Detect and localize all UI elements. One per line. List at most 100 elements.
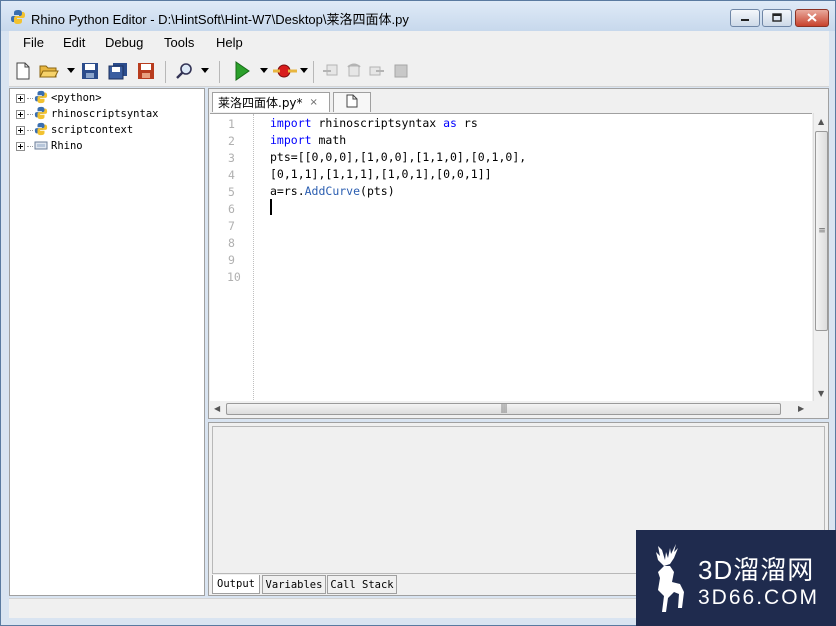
scroll-down-icon[interactable]: ▼ (818, 389, 824, 398)
minimize-icon (740, 11, 750, 25)
toolbar (9, 55, 829, 87)
tree-item-label: <python> (51, 92, 102, 104)
code-text: rs (456, 116, 478, 130)
method-name: AddCurve (304, 184, 361, 198)
scroll-right-icon[interactable]: ▶ (798, 404, 804, 413)
run-dropdown-arrow[interactable] (260, 68, 268, 73)
new-file-button[interactable] (12, 60, 34, 82)
step-out-button[interactable] (366, 60, 388, 82)
code-editor[interactable]: 1 2 3 4 5 6 7 8 9 10 import rhinoscripts… (210, 113, 812, 402)
expand-icon[interactable] (16, 141, 25, 151)
find-icon (175, 62, 193, 80)
line-number: 5 (228, 185, 235, 199)
run-icon (233, 61, 251, 81)
line-number: 4 (228, 168, 235, 182)
horizontal-scrollbar[interactable]: ◀ ||| ▶ (210, 401, 813, 417)
watermark: 3D溜溜网 3D66.COM (636, 530, 836, 626)
run-button[interactable] (231, 60, 253, 82)
stop-button[interactable] (390, 60, 412, 82)
stop-icon (393, 63, 409, 79)
editor-pane: 莱洛四面体.py* × 1 2 3 4 5 6 7 8 9 10 import … (208, 88, 829, 419)
save-as-icon (137, 62, 155, 80)
line-number: 9 (228, 253, 235, 267)
debug-breakpoint-icon (272, 64, 298, 78)
close-button[interactable] (795, 9, 829, 27)
horizontal-scroll-thumb[interactable]: ||| (226, 403, 781, 415)
keyword: as (443, 116, 457, 130)
minimize-button[interactable] (730, 9, 760, 27)
menu-debug[interactable]: Debug (105, 35, 143, 50)
tree-item-scriptcontext[interactable]: scriptcontext (16, 122, 133, 138)
line-number: 1 (228, 117, 235, 131)
tree-item-python[interactable]: <python> (16, 90, 102, 106)
line-number: 10 (227, 270, 241, 284)
save-as-button[interactable] (135, 60, 157, 82)
open-folder-icon (39, 63, 59, 79)
maximize-icon (772, 11, 782, 25)
save-all-icon (108, 62, 128, 80)
open-button[interactable] (38, 60, 60, 82)
tree-item-rhinoscriptsyntax[interactable]: rhinoscriptsyntax (16, 106, 158, 122)
python-icon (10, 9, 26, 25)
code-text: math (311, 133, 347, 147)
tab-close-icon[interactable]: × (310, 97, 318, 108)
step-over-button[interactable] (343, 60, 365, 82)
debug-dropdown-arrow[interactable] (300, 68, 308, 73)
watermark-domain: 3D66.COM (698, 586, 820, 609)
keyword: import (270, 116, 312, 130)
vertical-scrollbar[interactable]: ▲ ≡ ▼ (813, 113, 828, 401)
expand-icon[interactable] (16, 109, 25, 119)
find-dropdown-arrow[interactable] (201, 68, 209, 73)
tree-item-label: Rhino (51, 140, 83, 152)
toolbar-separator (313, 61, 314, 83)
toolbar-separator (165, 61, 166, 83)
expand-icon[interactable] (16, 93, 25, 103)
scroll-up-icon[interactable]: ▲ (818, 117, 824, 126)
save-icon (81, 62, 99, 80)
tree-item-label: scriptcontext (51, 124, 134, 136)
tab-call-stack[interactable]: Call Stack (327, 575, 397, 594)
vertical-scroll-thumb[interactable]: ≡ (815, 131, 828, 331)
line-number: 3 (228, 151, 235, 165)
menu-bar: File Edit Debug Tools Help (9, 31, 829, 55)
tab-output[interactable]: Output (212, 575, 260, 594)
step-out-icon (368, 63, 386, 79)
python-icon (34, 106, 48, 123)
line-number: 2 (228, 134, 235, 148)
step-into-button[interactable] (319, 60, 341, 82)
tab-variables[interactable]: Variables (262, 575, 326, 594)
code-line: [0,1,1],[1,1,1],[1,0,1],[0,0,1]] (270, 167, 492, 181)
module-tree[interactable]: <python> rhinoscriptsyntax scriptcontext… (9, 88, 205, 596)
open-dropdown-arrow[interactable] (67, 68, 75, 73)
code-text: a=rs. (270, 184, 305, 198)
find-button[interactable] (173, 60, 195, 82)
step-over-icon (345, 63, 363, 79)
line-number-gutter: 1 2 3 4 5 6 7 8 9 10 (210, 114, 254, 402)
line-number: 7 (228, 219, 235, 233)
title-bar[interactable]: Rhino Python Editor - D:\HintSoft\Hint-W… (1, 1, 835, 31)
maximize-button[interactable] (762, 9, 792, 27)
tree-item-rhino[interactable]: Rhino (16, 138, 83, 154)
menu-file[interactable]: File (23, 35, 44, 50)
code-text: rhinoscriptsyntax (311, 116, 444, 130)
menu-tools[interactable]: Tools (164, 35, 194, 50)
save-all-button[interactable] (107, 60, 129, 82)
grip-icon: ≡ (818, 226, 825, 236)
save-button[interactable] (79, 60, 101, 82)
code-line: import math (270, 133, 346, 147)
new-document-icon (346, 94, 358, 111)
text-caret (270, 199, 272, 215)
deer-logo-icon (644, 542, 694, 619)
new-file-icon (15, 62, 31, 80)
expand-icon[interactable] (16, 125, 25, 135)
code-line: a=rs.AddCurve(pts) (270, 184, 395, 198)
python-icon (34, 90, 48, 107)
new-tab-button[interactable] (333, 92, 371, 112)
tab-script[interactable]: 莱洛四面体.py* × (212, 92, 330, 112)
menu-edit[interactable]: Edit (63, 35, 85, 50)
debug-button[interactable] (271, 60, 299, 82)
tree-item-label: rhinoscriptsyntax (51, 108, 159, 120)
menu-help[interactable]: Help (216, 35, 243, 50)
scroll-left-icon[interactable]: ◀ (214, 404, 220, 413)
close-icon (807, 11, 817, 25)
